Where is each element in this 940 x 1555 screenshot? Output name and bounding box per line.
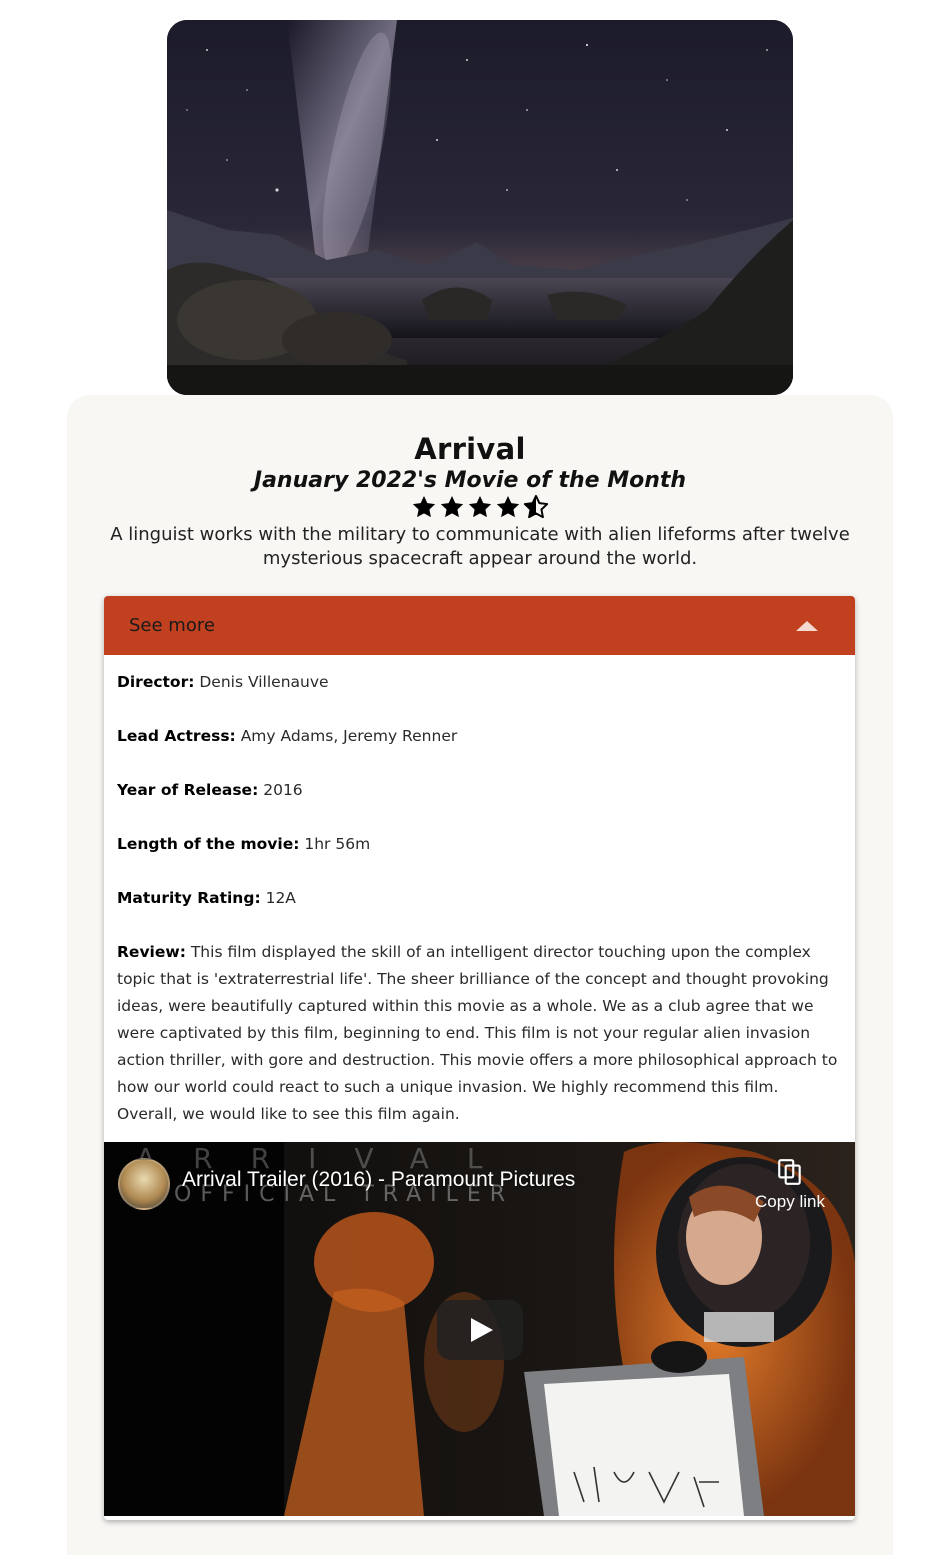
trailer-video-embed[interactable]: ARRIVAL OFFICIAL TRAILER Arrival Trailer… [104, 1142, 855, 1516]
play-button[interactable] [437, 1300, 523, 1360]
star-icon [468, 495, 492, 518]
see-more-label: See more [129, 615, 215, 636]
star-icon [496, 495, 520, 518]
channel-avatar[interactable] [118, 1158, 170, 1210]
hero-image [167, 20, 793, 395]
movie-details: Director: Denis Villenauve Lead Actress:… [104, 655, 855, 1128]
movie-of-month-subtitle: January 2022's Movie of the Month [253, 468, 687, 493]
play-icon [471, 1318, 493, 1342]
detail-review: Review: This film displayed the skill of… [117, 943, 838, 1123]
detail-year-of-release: Year of Release: 2016 [117, 781, 303, 799]
star-half-icon [523, 494, 549, 519]
chevron-up-icon [796, 620, 818, 631]
detail-maturity-rating: Maturity Rating: 12A [117, 889, 296, 907]
copy-icon [778, 1159, 801, 1185]
video-title[interactable]: Arrival Trailer (2016) - Paramount Pictu… [182, 1168, 575, 1192]
detail-director: Director: Denis Villenauve [117, 673, 329, 691]
star-icon [440, 495, 464, 518]
detail-lead-actress: Lead Actress: Amy Adams, Jeremy Renner [117, 727, 458, 745]
detail-length: Length of the movie: 1hr 56m [117, 835, 371, 853]
see-more-toggle[interactable]: See more [104, 596, 855, 655]
star-icon [412, 495, 436, 518]
copy-link-label: Copy link [755, 1192, 825, 1211]
copy-link-button[interactable]: Copy link [750, 1158, 830, 1212]
movie-synopsis: A linguist works with the military to co… [110, 524, 850, 569]
star-rating [411, 494, 551, 522]
movie-title: Arrival [414, 432, 526, 466]
see-more-accordion: See more Director: Denis Villenauve Lead… [104, 596, 855, 1520]
